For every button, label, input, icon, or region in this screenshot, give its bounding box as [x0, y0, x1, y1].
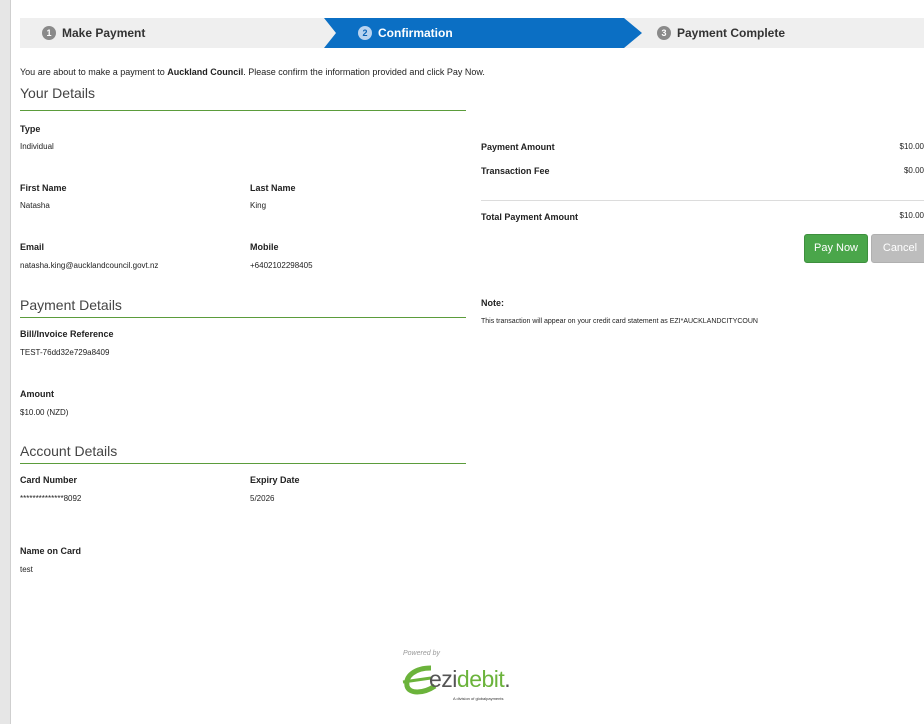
- logo-ezi: ezi: [429, 666, 457, 692]
- total-value: $10.00: [899, 211, 924, 220]
- email-label: Email: [20, 242, 45, 252]
- type-label: Type: [20, 124, 41, 134]
- type-value: Individual: [20, 142, 54, 151]
- name-on-card-value: test: [20, 565, 33, 574]
- ezidebit-logo: ezidebit. A division of globalpayments: [401, 660, 561, 710]
- step-number-3: 3: [657, 26, 671, 40]
- payee-name: Auckland Council: [167, 67, 244, 77]
- logo-tagline: A division of globalpayments: [453, 696, 504, 701]
- amount-value: $10.00 (NZD): [20, 408, 69, 417]
- amount-label: Amount: [20, 389, 54, 399]
- pay-now-button[interactable]: Pay Now: [804, 234, 868, 263]
- transaction-fee-value: $0.00: [903, 166, 924, 175]
- step-label-payment-complete: Payment Complete: [677, 26, 786, 40]
- mobile-value: +6402102298405: [250, 261, 313, 270]
- step-payment-complete: 3 Payment Complete: [657, 18, 785, 48]
- mobile-label: Mobile: [250, 242, 279, 252]
- logo-debit: debit: [456, 666, 505, 692]
- step-label-make-payment: Make Payment: [62, 26, 146, 40]
- summary-divider: [481, 200, 924, 201]
- total-label: Total Payment Amount: [481, 212, 579, 222]
- email-value: natasha.king@aucklandcouncil.govt.nz: [20, 261, 159, 270]
- card-number-value: **************8092: [20, 494, 82, 503]
- step-confirmation: 2 Confirmation: [324, 18, 644, 48]
- first-name-value: Natasha: [20, 201, 50, 210]
- section-divider: [20, 110, 466, 111]
- intro-after: . Please confirm the information provide…: [243, 67, 485, 77]
- step-make-payment: 1 Make Payment: [42, 18, 145, 48]
- section-divider: [20, 317, 466, 318]
- section-divider: [20, 463, 466, 464]
- progress-steps: 1 Make Payment 2 Confirmation 3 Payment Com…: [20, 18, 924, 48]
- cancel-button[interactable]: Cancel: [871, 234, 924, 263]
- logo-dot: .: [504, 666, 511, 692]
- account-details-title: Account Details: [20, 443, 118, 459]
- note-text: This transaction will appear on your cre…: [481, 318, 758, 325]
- note-label: Note:: [481, 298, 504, 308]
- intro-text: You are about to make a payment to Auckl…: [20, 67, 485, 77]
- expiry-date-value: 5/2026: [250, 494, 275, 503]
- expiry-date-label: Expiry Date: [250, 475, 300, 485]
- transaction-fee-label: Transaction Fee: [481, 166, 550, 176]
- intro-before: You are about to make a payment to: [20, 67, 168, 77]
- your-details-title: Your Details: [20, 85, 95, 101]
- step-number-1: 1: [42, 26, 56, 40]
- step-label-confirmation: Confirmation: [378, 26, 453, 40]
- first-name-label: First Name: [20, 183, 67, 193]
- payment-amount-label: Payment Amount: [481, 142, 555, 152]
- name-on-card-label: Name on Card: [20, 546, 82, 556]
- reference-label: Bill/Invoice Reference: [20, 329, 114, 339]
- logo-wordmark: ezidebit.: [429, 666, 511, 693]
- reference-value: TEST-76dd32e729a8409: [20, 348, 110, 357]
- left-edge-bar: [0, 0, 11, 724]
- card-number-label: Card Number: [20, 475, 78, 485]
- payment-amount-value: $10.00: [899, 142, 924, 151]
- last-name-value: King: [250, 201, 267, 210]
- powered-by-text: Powered by: [403, 650, 440, 657]
- payment-details-title: Payment Details: [20, 297, 122, 313]
- step-number-2: 2: [358, 26, 372, 40]
- last-name-label: Last Name: [250, 183, 296, 193]
- step-label-wrap: 2 Confirmation: [358, 18, 453, 48]
